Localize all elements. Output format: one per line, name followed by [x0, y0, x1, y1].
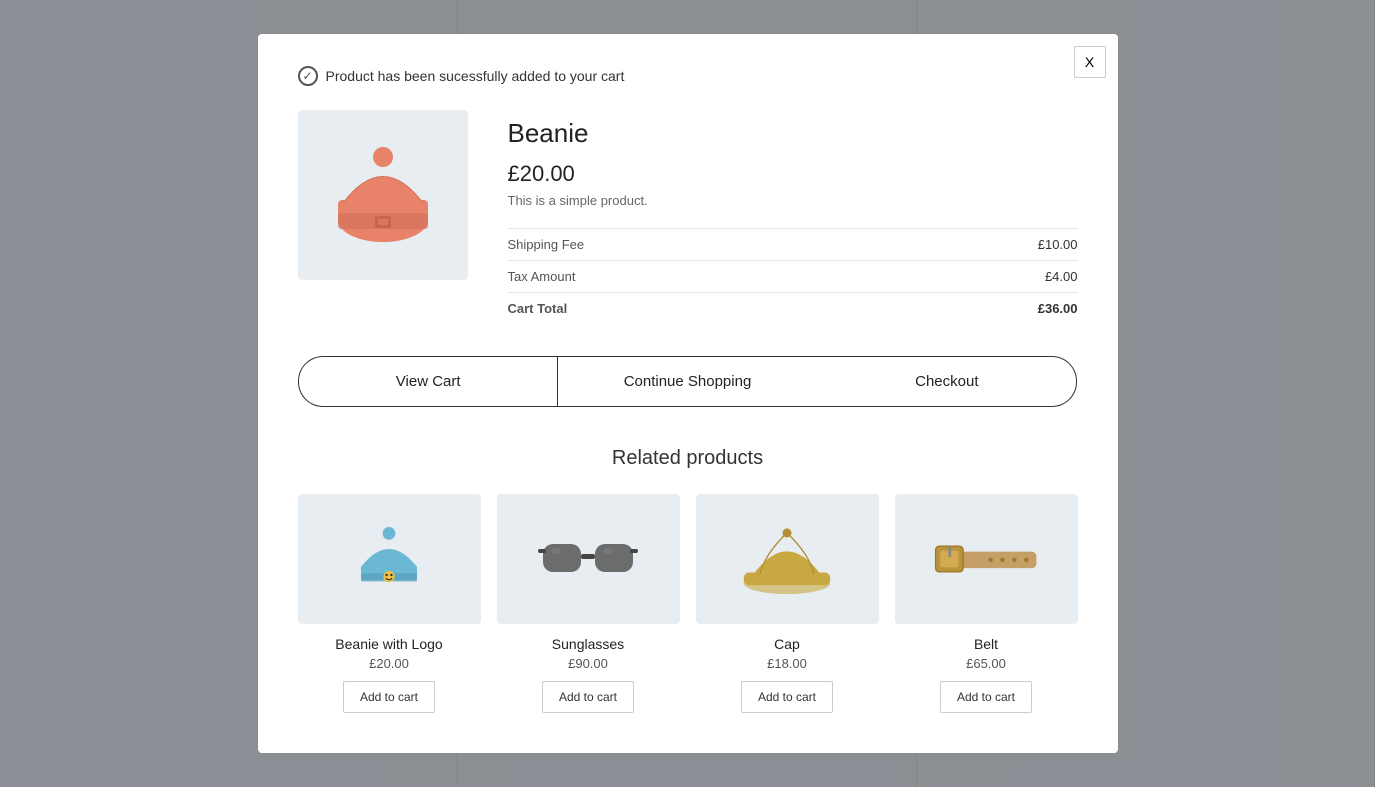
- related-item-3: Belt £65.00 Add to cart: [895, 494, 1078, 713]
- continue-shopping-button[interactable]: Continue Shopping: [557, 356, 818, 407]
- related-item-1: Sunglasses £90.00 Add to cart: [497, 494, 680, 713]
- modal-container: X ✓ Product has been sucessfully added t…: [258, 34, 1118, 753]
- cap-illustration: [742, 514, 832, 604]
- related-item-1-name: Sunglasses: [497, 636, 680, 652]
- related-item-0: Beanie with Logo £20.00 Add to cart: [298, 494, 481, 713]
- cart-total-row: Cart Total £36.00: [508, 292, 1078, 324]
- tax-value: £4.00: [1045, 269, 1078, 284]
- product-details: Beanie £20.00 This is a simple product. …: [508, 110, 1078, 324]
- success-message: Product has been sucessfully added to yo…: [326, 68, 625, 84]
- product-price: £20.00: [508, 161, 1078, 187]
- beanie-illustration: [328, 135, 438, 255]
- beanie-with-logo-illustration: [349, 519, 429, 599]
- cart-total-value: £36.00: [1038, 301, 1078, 316]
- product-section: Beanie £20.00 This is a simple product. …: [298, 110, 1078, 324]
- related-item-3-name: Belt: [895, 636, 1078, 652]
- cart-total-label: Cart Total: [508, 301, 568, 316]
- tax-row: Tax Amount £4.00: [508, 260, 1078, 292]
- related-item-2-image: [696, 494, 879, 624]
- related-item-3-price: £65.00: [895, 656, 1078, 671]
- related-item-1-price: £90.00: [497, 656, 680, 671]
- related-item-3-image: [895, 494, 1078, 624]
- related-products-section: Related products: [298, 447, 1078, 713]
- related-item-0-name: Beanie with Logo: [298, 636, 481, 652]
- related-item-0-image: [298, 494, 481, 624]
- related-item-2-price: £18.00: [696, 656, 879, 671]
- add-to-cart-button-2[interactable]: Add to cart: [741, 681, 833, 713]
- related-item-2: Cap £18.00 Add to cart: [696, 494, 879, 713]
- add-to-cart-button-0[interactable]: Add to cart: [343, 681, 435, 713]
- related-item-1-image: [497, 494, 680, 624]
- related-item-2-name: Cap: [696, 636, 879, 652]
- tax-label: Tax Amount: [508, 269, 576, 284]
- product-name: Beanie: [508, 118, 1078, 149]
- checkout-button[interactable]: Checkout: [817, 356, 1077, 407]
- shipping-fee-label: Shipping Fee: [508, 237, 585, 252]
- success-notice: ✓ Product has been sucessfully added to …: [298, 66, 1078, 86]
- related-products-grid: Beanie with Logo £20.00 Add to cart: [298, 494, 1078, 713]
- check-icon: ✓: [298, 66, 318, 86]
- related-item-0-price: £20.00: [298, 656, 481, 671]
- add-to-cart-button-3[interactable]: Add to cart: [940, 681, 1032, 713]
- action-buttons: View Cart Continue Shopping Checkout: [298, 356, 1078, 407]
- product-image: [298, 110, 468, 280]
- add-to-cart-button-1[interactable]: Add to cart: [542, 681, 634, 713]
- sunglasses-illustration: [538, 524, 638, 594]
- modal-overlay: X ✓ Product has been sucessfully added t…: [0, 0, 1375, 787]
- product-description: This is a simple product.: [508, 193, 1078, 208]
- close-button[interactable]: X: [1074, 46, 1106, 78]
- belt-illustration: [931, 524, 1041, 594]
- shipping-fee-row: Shipping Fee £10.00: [508, 228, 1078, 260]
- related-products-title: Related products: [298, 447, 1078, 470]
- shipping-fee-value: £10.00: [1038, 237, 1078, 252]
- view-cart-button[interactable]: View Cart: [298, 356, 558, 407]
